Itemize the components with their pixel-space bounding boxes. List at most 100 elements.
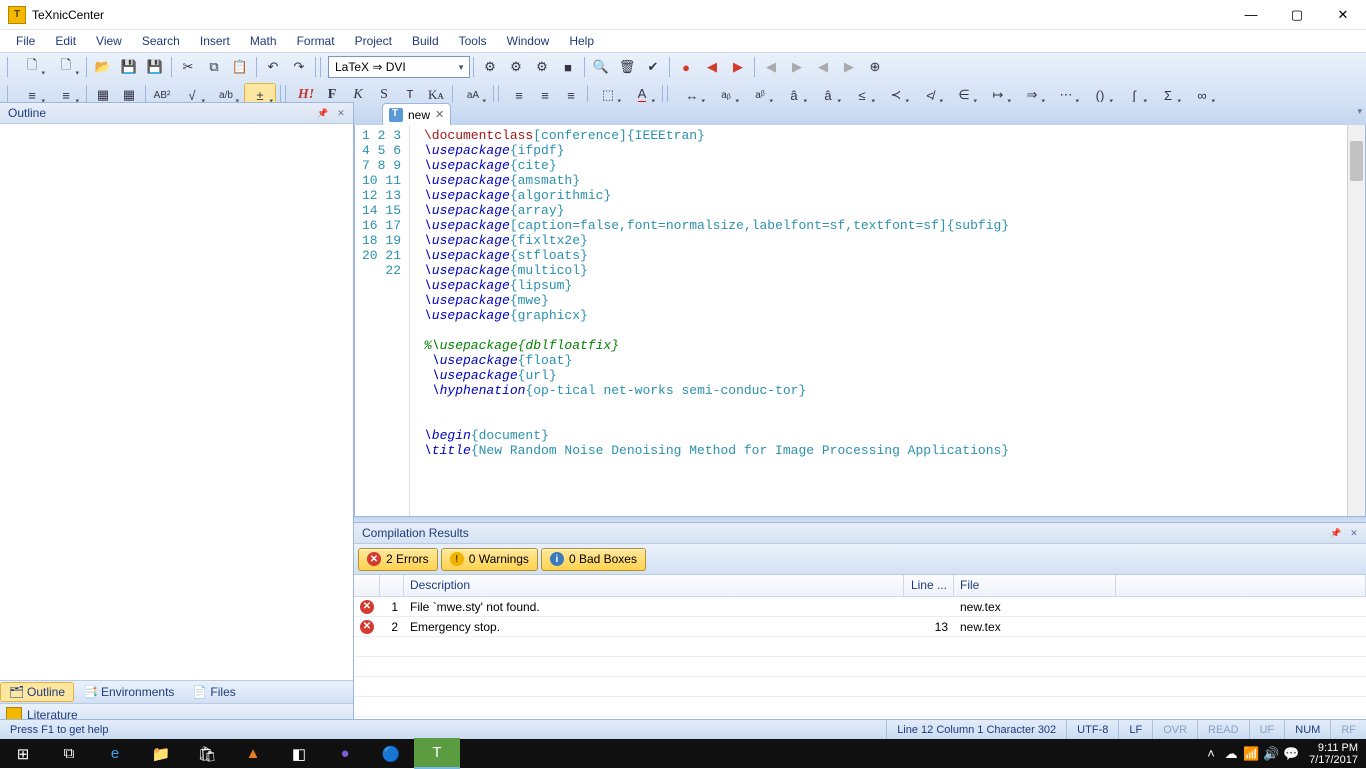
result-row[interactable]: ✕1File `mwe.sty' not found.new.tex <box>354 597 1366 617</box>
help-button[interactable]: ● <box>674 55 698 79</box>
view-output-button[interactable]: 🔍 <box>589 55 613 79</box>
warnings-filter-button[interactable]: !0 Warnings <box>441 548 538 571</box>
editor-scrollbar[interactable] <box>1347 125 1365 516</box>
status-ovr: OVR <box>1153 720 1198 739</box>
outline-body[interactable] <box>0 124 353 680</box>
error-icon: ✕ <box>367 552 381 566</box>
menu-format[interactable]: Format <box>287 31 345 51</box>
tray-volume-icon[interactable]: 🔊 <box>1261 746 1281 762</box>
status-uf: UF <box>1250 720 1286 739</box>
status-num: NUM <box>1285 720 1331 739</box>
content-area: Outline 📌 ✕ 🗂Outline 📑Environments 📄File… <box>0 102 1366 727</box>
spellcheck-button[interactable]: ✔ <box>641 55 665 79</box>
document-tab-label: new <box>408 108 430 122</box>
tray-chevron-icon[interactable]: ˄ <box>1201 746 1221 761</box>
build-button[interactable]: ⚙ <box>478 55 502 79</box>
outline-close-button[interactable]: ✕ <box>333 106 349 120</box>
next-error-button[interactable]: ▶ <box>726 55 750 79</box>
menu-window[interactable]: Window <box>497 31 560 51</box>
save-button[interactable]: 💾 <box>117 55 141 79</box>
outline-tab-files[interactable]: 📄Files <box>183 682 244 702</box>
outline-header: Outline 📌 ✕ <box>0 103 353 124</box>
prev-badbox-button[interactable]: ◀ <box>811 55 835 79</box>
taskbar-start[interactable]: ⊞ <box>0 739 46 768</box>
code-editor[interactable]: 1 2 3 4 5 6 7 8 9 10 11 12 13 14 15 16 1… <box>354 125 1366 517</box>
outline-tab-environments[interactable]: 📑Environments <box>74 682 183 702</box>
open-button[interactable]: 📂 <box>91 55 115 79</box>
col-line[interactable]: Line ... <box>904 575 954 596</box>
status-position: Line 12 Column 1 Character 302 <box>887 720 1067 739</box>
document-close-icon[interactable]: ✕ <box>435 108 444 121</box>
menu-math[interactable]: Math <box>240 31 287 51</box>
taskbar-texniccenter[interactable]: T <box>414 738 460 769</box>
errors-filter-button[interactable]: ✕2 Errors <box>358 548 438 571</box>
close-button[interactable]: ✕ <box>1320 0 1366 29</box>
stop-build-button[interactable]: ■ <box>556 55 580 79</box>
prev-error-button[interactable]: ◀ <box>700 55 724 79</box>
new-doc-button[interactable]: 🗋 <box>16 55 48 79</box>
scrollbar-thumb[interactable] <box>1350 141 1363 181</box>
status-rf: RF <box>1331 720 1366 739</box>
taskbar-taskview[interactable]: ⧉ <box>46 739 92 768</box>
status-eol: LF <box>1119 720 1153 739</box>
paste-button[interactable]: 📋 <box>228 55 252 79</box>
build-all-button[interactable]: ⚙ <box>530 55 554 79</box>
outline-tab-outline[interactable]: 🗂Outline <box>0 682 74 702</box>
col-file[interactable]: File <box>954 575 1116 596</box>
tray-action-icon[interactable]: 💬 <box>1281 746 1301 762</box>
build-view-button[interactable]: ⚙ <box>504 55 528 79</box>
menu-insert[interactable]: Insert <box>190 31 240 51</box>
badboxes-filter-button[interactable]: i0 Bad Boxes <box>541 548 646 571</box>
tray-clock[interactable]: 9:11 PM 7/17/2017 <box>1301 742 1366 766</box>
code-content[interactable]: \documentclass[conference]{IEEEtran} \us… <box>410 125 1365 516</box>
build-profile-combo[interactable]: LaTeX ⇒ DVI▼ <box>328 56 470 78</box>
taskbar-eclipse[interactable]: ● <box>322 739 368 768</box>
statusbar: Press F1 to get help Line 12 Column 1 Ch… <box>0 719 1366 739</box>
prev-warning-button[interactable]: ◀ <box>759 55 783 79</box>
outline-pin-button[interactable]: 📌 <box>315 106 331 120</box>
new-project-button[interactable]: 🗋 <box>50 55 82 79</box>
tray-network-icon[interactable]: 📶 <box>1241 746 1261 762</box>
menu-project[interactable]: Project <box>345 31 402 51</box>
menu-build[interactable]: Build <box>402 31 449 51</box>
menu-edit[interactable]: Edit <box>45 31 86 51</box>
undo-button[interactable]: ↶ <box>261 55 285 79</box>
clean-button[interactable]: 🗑 <box>615 55 639 79</box>
cut-button[interactable]: ✂ <box>176 55 200 79</box>
error-icon: ✕ <box>360 620 374 634</box>
menu-view[interactable]: View <box>86 31 132 51</box>
result-row[interactable]: ✕2Emergency stop.13new.tex <box>354 617 1366 637</box>
menu-help[interactable]: Help <box>559 31 604 51</box>
taskbar: ⊞ ⧉ e 📁 🛍 ▲ ◧ ● 🔵 T ˄ ☁ 📶 🔊 💬 9:11 PM 7/… <box>0 739 1366 768</box>
taskbar-edge[interactable]: e <box>92 739 138 768</box>
taskbar-app1[interactable]: ◧ <box>276 739 322 768</box>
next-badbox-button[interactable]: ▶ <box>837 55 861 79</box>
tray-onedrive-icon[interactable]: ☁ <box>1221 746 1241 762</box>
system-tray: ˄ ☁ 📶 🔊 💬 9:11 PM 7/17/2017 <box>1201 742 1366 766</box>
taskbar-store[interactable]: 🛍 <box>184 739 230 768</box>
results-header: Compilation Results 📌 ✕ <box>354 523 1366 544</box>
next-warning-button[interactable]: ▶ <box>785 55 809 79</box>
menu-search[interactable]: Search <box>132 31 190 51</box>
col-description[interactable]: Description <box>404 575 904 596</box>
outline-tree-icon: 🗂 <box>9 685 23 699</box>
maximize-button[interactable]: ▢ <box>1274 0 1320 29</box>
copy-button[interactable]: ⧉ <box>202 55 226 79</box>
results-close-button[interactable]: ✕ <box>1346 526 1362 540</box>
taskbar-chrome[interactable]: 🔵 <box>368 739 414 768</box>
toolbar-grip[interactable] <box>320 57 325 77</box>
status-encoding: UTF-8 <box>1067 720 1119 739</box>
toolbar-grip[interactable] <box>7 57 12 77</box>
minimize-button[interactable]: ― <box>1228 0 1274 29</box>
results-pin-button[interactable]: 📌 <box>1328 526 1344 540</box>
redo-button[interactable]: ↷ <box>287 55 311 79</box>
menu-tools[interactable]: Tools <box>449 31 497 51</box>
taskbar-explorer[interactable]: 📁 <box>138 739 184 768</box>
save-all-button[interactable]: 💾 <box>143 55 167 79</box>
build-profile-value: LaTeX ⇒ DVI <box>335 60 406 74</box>
menu-file[interactable]: File <box>6 31 45 51</box>
locate-error-button[interactable]: ⊕ <box>863 55 887 79</box>
outline-tabstrip: 🗂Outline 📑Environments 📄Files <box>0 680 353 703</box>
taskbar-matlab[interactable]: ▲ <box>230 739 276 768</box>
document-tab-new[interactable]: new ✕ <box>382 103 451 125</box>
